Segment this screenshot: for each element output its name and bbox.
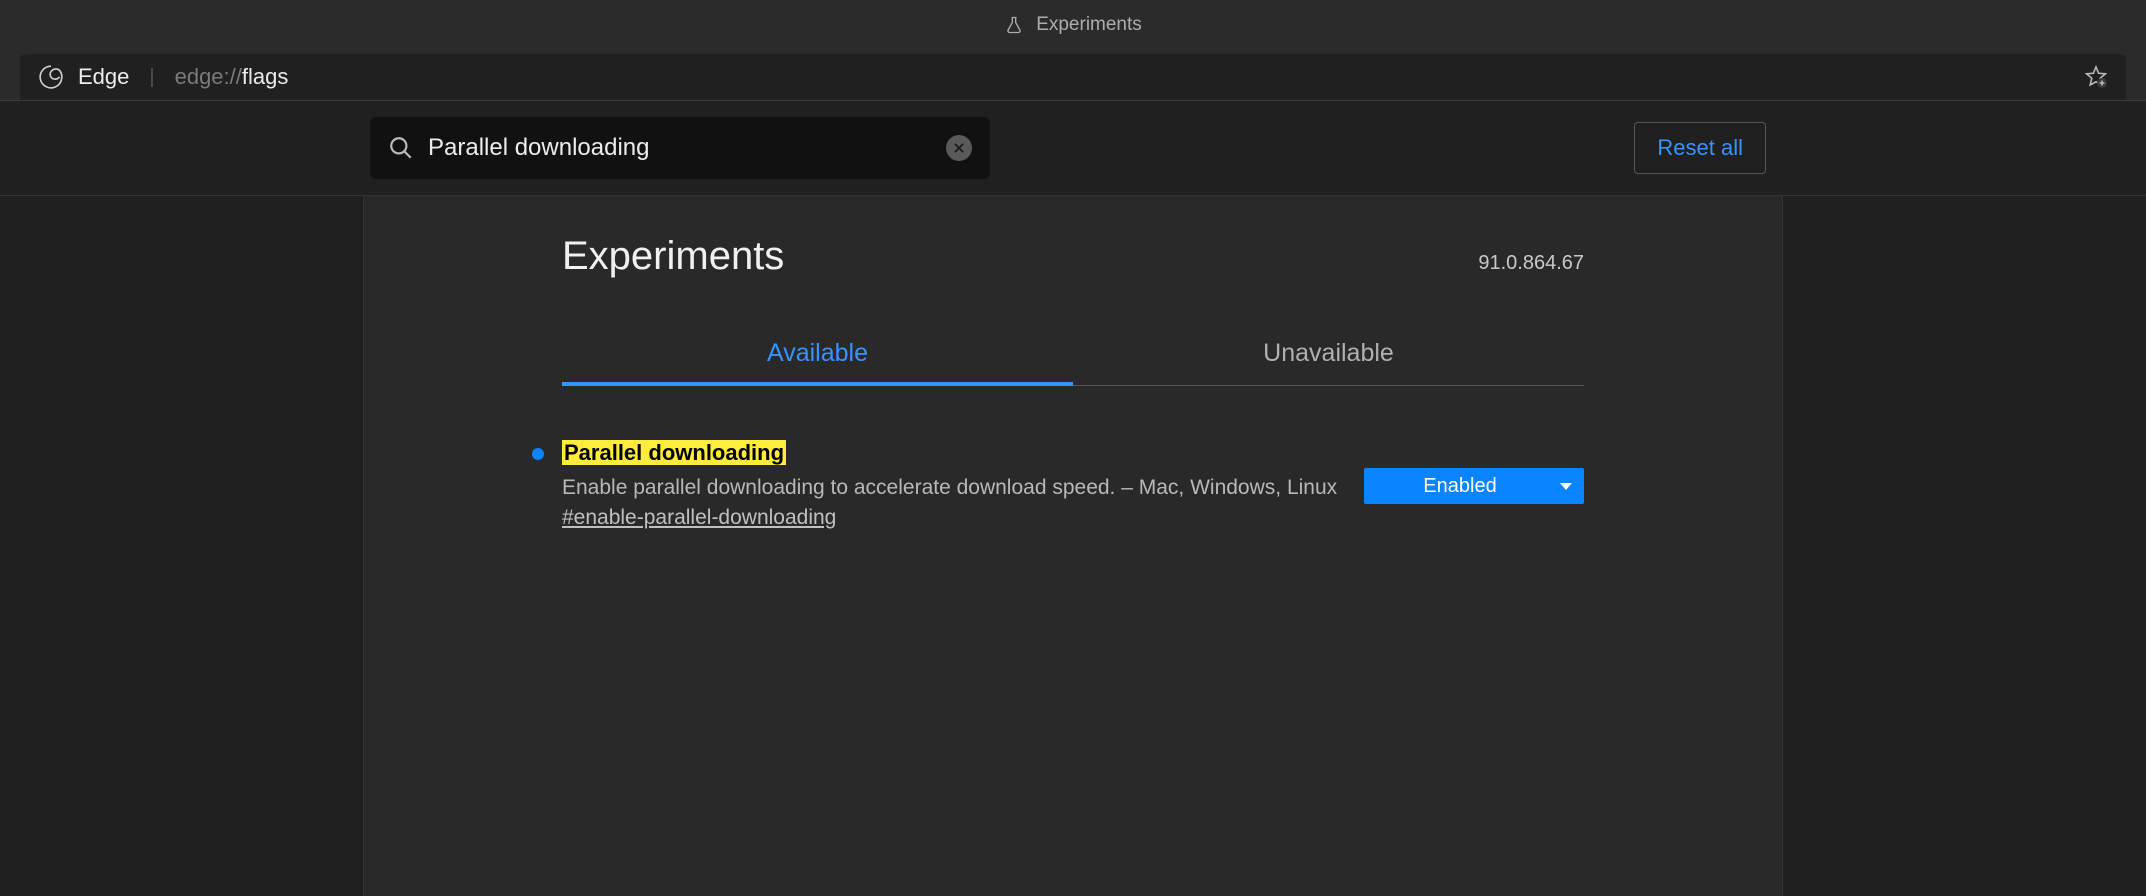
content-area: Reset all Experiments 91.0.864.67 Availa… (0, 100, 2146, 894)
main-panel: Experiments 91.0.864.67 Available Unavai… (363, 196, 1783, 896)
page-title: Experiments (562, 234, 784, 279)
flag-item: Parallel downloading Enable parallel dow… (562, 386, 1584, 530)
addressbar[interactable]: Edge | edge://flags (20, 54, 2126, 100)
version-label: 91.0.864.67 (1478, 252, 1584, 275)
close-icon (952, 141, 966, 155)
browser-brand: Edge (78, 64, 129, 90)
clear-search-button[interactable] (946, 135, 972, 161)
url-text: edge://flags (175, 64, 289, 90)
search-row: Reset all (0, 101, 2146, 196)
search-box[interactable] (370, 117, 990, 179)
url-divider: | (149, 66, 154, 89)
reset-all-button[interactable]: Reset all (1634, 122, 1766, 174)
flag-title: Parallel downloading (562, 440, 786, 465)
flag-description: Enable parallel downloading to accelerat… (562, 476, 1346, 500)
flag-hash-link[interactable]: #enable-parallel-downloading (562, 506, 836, 530)
window-titlebar: Experiments (0, 0, 2146, 50)
search-icon (388, 135, 414, 161)
search-input[interactable] (428, 134, 932, 162)
modified-dot-icon (532, 448, 544, 460)
tabs: Available Unavailable (562, 325, 1584, 386)
addressbar-container: Edge | edge://flags (0, 50, 2146, 100)
flag-state-select-wrap: Enabled (1364, 468, 1584, 504)
tab-unavailable[interactable]: Unavailable (1073, 325, 1584, 386)
edge-logo-icon (38, 64, 64, 90)
flask-icon (1004, 15, 1024, 35)
flag-state-select[interactable]: Enabled (1364, 468, 1584, 504)
favorite-add-icon[interactable] (2084, 65, 2108, 89)
tab-available[interactable]: Available (562, 325, 1073, 386)
page-header: Experiments 91.0.864.67 (562, 196, 1584, 289)
window-title: Experiments (1036, 14, 1142, 36)
